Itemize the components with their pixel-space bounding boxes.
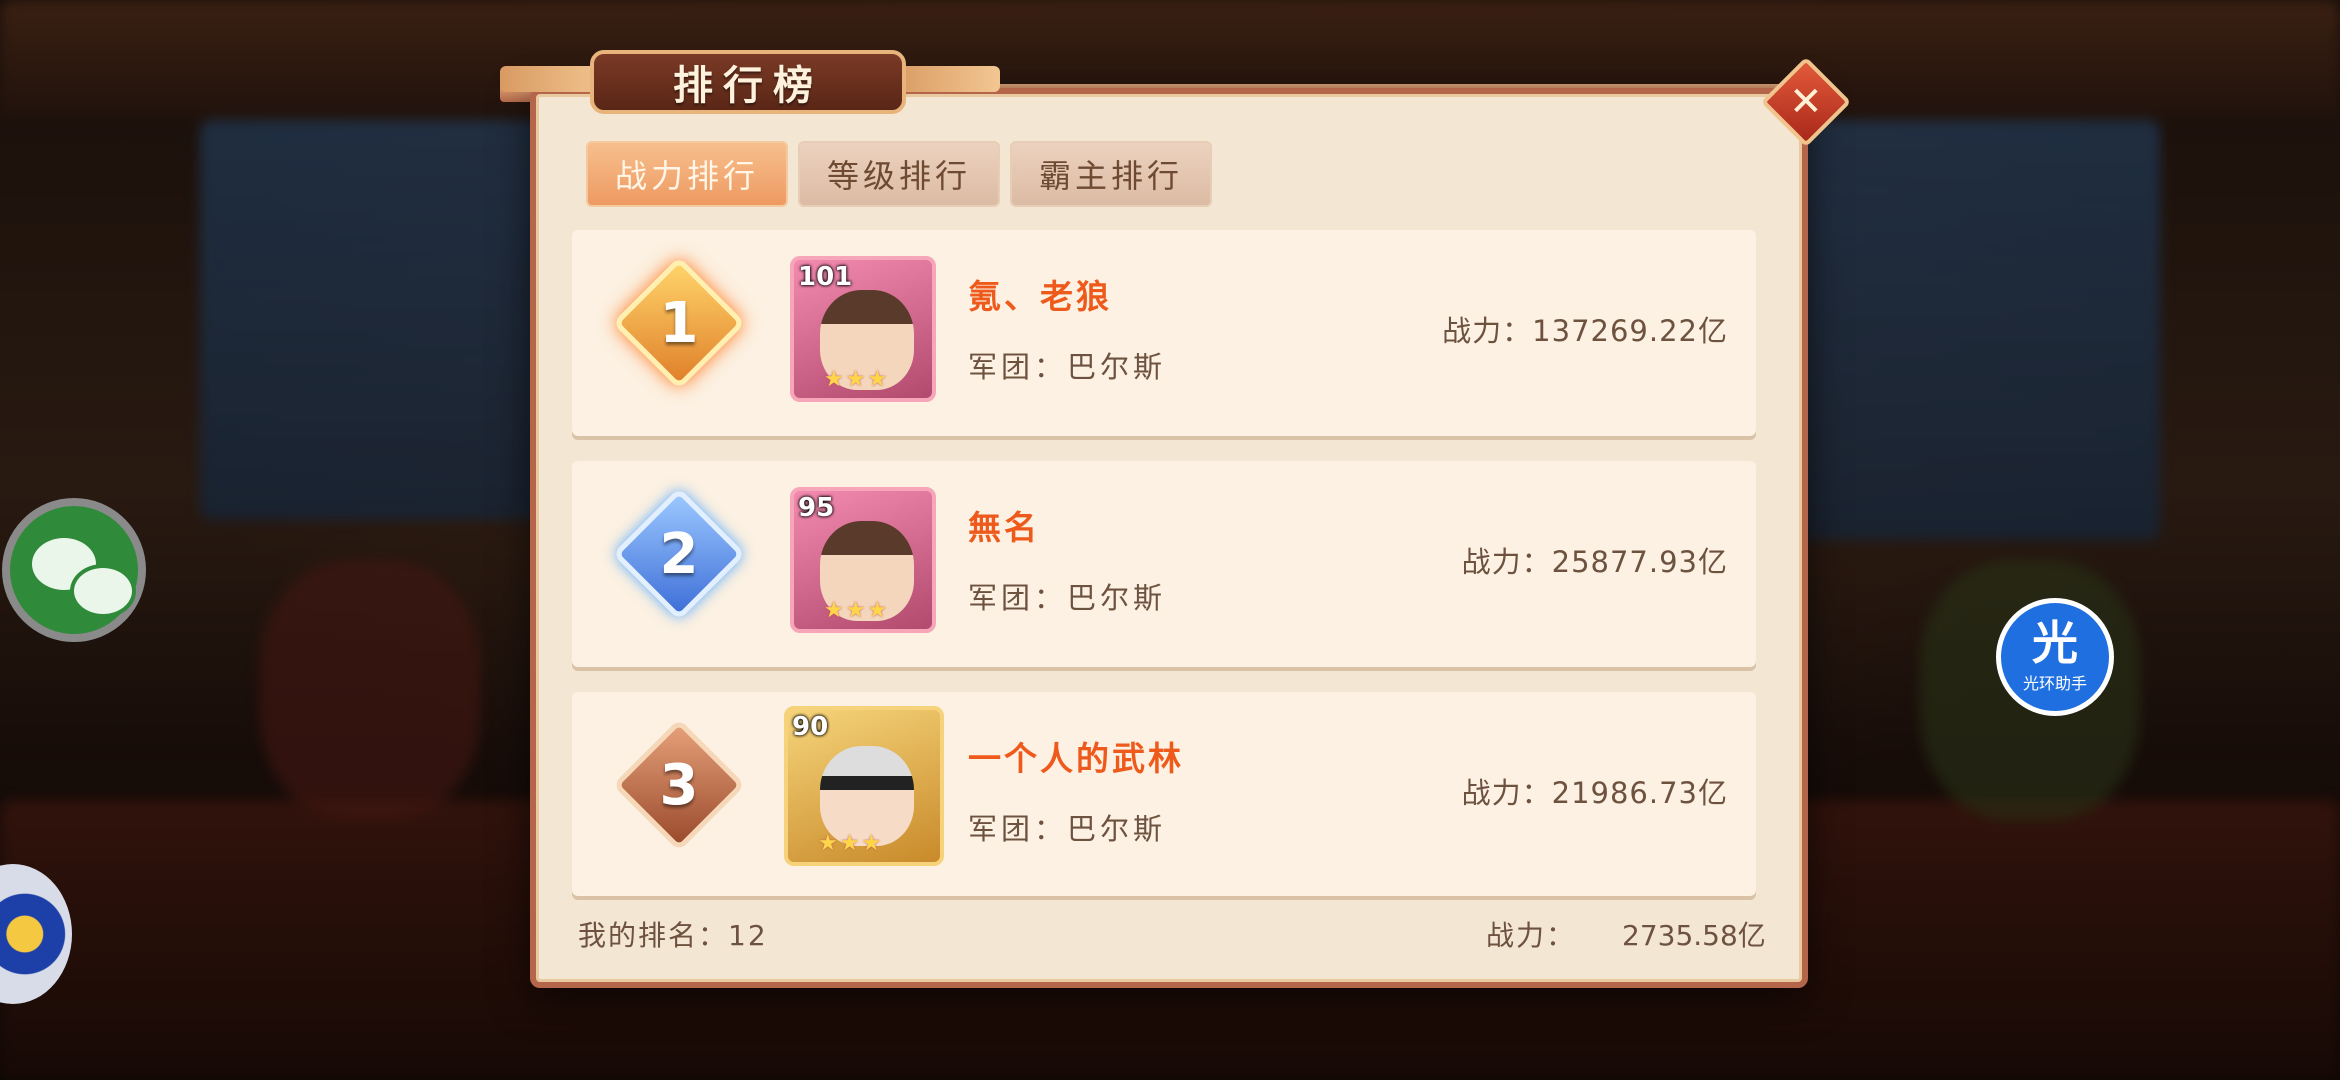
ranking-row[interactable]: 1 101 ★★★ 氪、老狼 军团：巴尔斯 战力：137269.22亿 (572, 230, 1756, 436)
player-power: 战力：25877.93亿 (1461, 545, 1728, 579)
ranking-row[interactable]: 2 95 ★★★ 無名 军团：巴尔斯 战力：25877.93亿 (572, 461, 1756, 667)
tab-overlord-ranking[interactable]: 霸主排行 (1010, 141, 1212, 207)
panel-title: 排行榜 (590, 50, 906, 114)
rank-badge-gold: 1 (612, 256, 746, 390)
player-name: 一个人的武林 (968, 739, 1184, 778)
avatar[interactable]: 95 ★★★ (790, 487, 936, 633)
ranking-tabs: 战力排行 等级排行 霸主排行 (586, 141, 1212, 207)
my-power-label: 战力： (1486, 919, 1577, 952)
helper-label: 光环助手 (2022, 674, 2087, 693)
player-guild: 军团：巴尔斯 (968, 350, 1167, 384)
rank-badge-blue: 2 (612, 487, 746, 621)
star-rating: ★★★ (824, 367, 890, 392)
player-power: 战力：21986.73亿 (1461, 776, 1728, 810)
player-guild: 军团：巴尔斯 (968, 581, 1167, 615)
rank-number: 1 (659, 290, 699, 356)
rank-badge-bronze: 3 (612, 718, 746, 852)
my-power-value: 2735.58亿 (1622, 919, 1766, 952)
helper-float-button[interactable]: 光 光环助手 (1996, 598, 2114, 716)
player-power: 战力：137269.22亿 (1442, 314, 1728, 348)
avatar[interactable]: 101 ★★★ (790, 256, 936, 402)
star-rating: ★★★ (824, 598, 890, 623)
tab-level-ranking[interactable]: 等级排行 (798, 141, 1000, 207)
player-level: 95 (798, 493, 835, 523)
player-name: 氪、老狼 (968, 277, 1112, 316)
avatar[interactable]: 90 ★★★ (784, 706, 944, 866)
wechat-icon-bubble (70, 564, 136, 618)
my-rank-text: 我的排名：12 (578, 919, 768, 952)
player-name: 無名 (968, 508, 1040, 547)
rank-number: 3 (659, 752, 699, 818)
helper-icon: 光 (2032, 616, 2078, 670)
player-level: 90 (792, 712, 829, 742)
tab-power-ranking[interactable]: 战力排行 (586, 141, 788, 207)
ranking-row[interactable]: 3 90 ★★★ 一个人的武林 军团：巴尔斯 战力：21986.73亿 (572, 692, 1756, 896)
title-ornament-right (890, 66, 1000, 92)
rank-number: 2 (659, 521, 699, 587)
close-icon: ✕ (1789, 78, 1823, 125)
wechat-share-button[interactable] (2, 498, 146, 642)
player-guild: 军团：巴尔斯 (968, 812, 1167, 846)
player-level: 101 (798, 262, 853, 292)
star-rating: ★★★ (818, 831, 884, 856)
